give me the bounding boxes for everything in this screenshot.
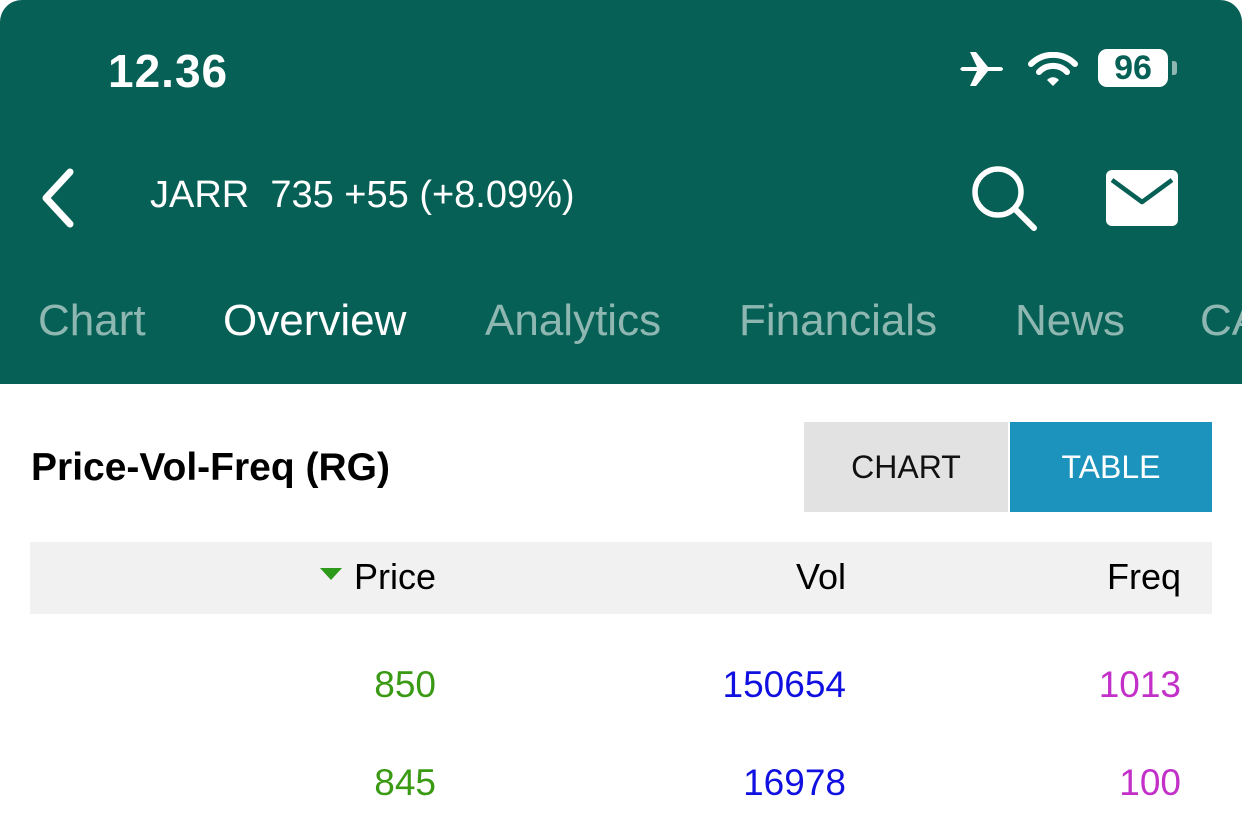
back-button[interactable] <box>36 166 86 230</box>
ticker-summary: JARR 735 +55 (+8.09%) <box>150 174 575 216</box>
cell-vol: 150654 <box>722 664 846 705</box>
column-header-price[interactable]: Price <box>354 556 436 598</box>
table-header: Price Vol Freq <box>30 542 1212 614</box>
cell-price: 850 <box>374 664 436 705</box>
tab-analytics[interactable]: Analytics <box>485 296 661 346</box>
view-toggle: CHART TABLE <box>804 422 1212 512</box>
tab-chart[interactable]: Chart <box>38 296 146 346</box>
cell-freq: 1013 <box>1098 664 1181 705</box>
table-row[interactable]: 845 16978 100 <box>30 762 1212 822</box>
chart-view-button[interactable]: CHART <box>804 422 1008 512</box>
search-button[interactable] <box>968 164 1042 234</box>
tab-bar: Chart Overview Analytics Financials News… <box>0 296 1242 356</box>
column-header-vol[interactable]: Vol <box>796 556 846 598</box>
status-icons: 96 <box>958 46 1188 92</box>
wifi-icon <box>1028 52 1078 86</box>
table-row[interactable]: 850 150654 1013 <box>30 664 1212 724</box>
section-title: Price-Vol-Freq (RG) <box>31 446 390 489</box>
search-icon <box>972 166 1037 231</box>
tab-ca[interactable]: CA <box>1200 296 1242 346</box>
tab-financials[interactable]: Financials <box>739 296 937 346</box>
mail-button[interactable] <box>1104 166 1180 228</box>
column-header-freq[interactable]: Freq <box>1107 556 1181 598</box>
battery-tip <box>1172 61 1177 75</box>
cell-vol: 16978 <box>743 762 846 803</box>
tab-overview[interactable]: Overview <box>223 296 406 346</box>
battery-icon: 96 <box>1098 49 1168 87</box>
airplane-icon <box>960 52 1003 86</box>
app-header: 12.36 96 JARR 735 +55 (+8.09%) Chart Ove… <box>0 0 1242 384</box>
mail-icon <box>1106 170 1178 226</box>
status-time: 12.36 <box>108 45 229 97</box>
cell-freq: 100 <box>1119 762 1181 803</box>
table-view-button[interactable]: TABLE <box>1010 422 1212 512</box>
cell-price: 845 <box>374 762 436 803</box>
tab-news[interactable]: News <box>1015 296 1125 346</box>
sort-desc-icon <box>320 568 342 580</box>
chevron-left-icon <box>42 168 74 228</box>
